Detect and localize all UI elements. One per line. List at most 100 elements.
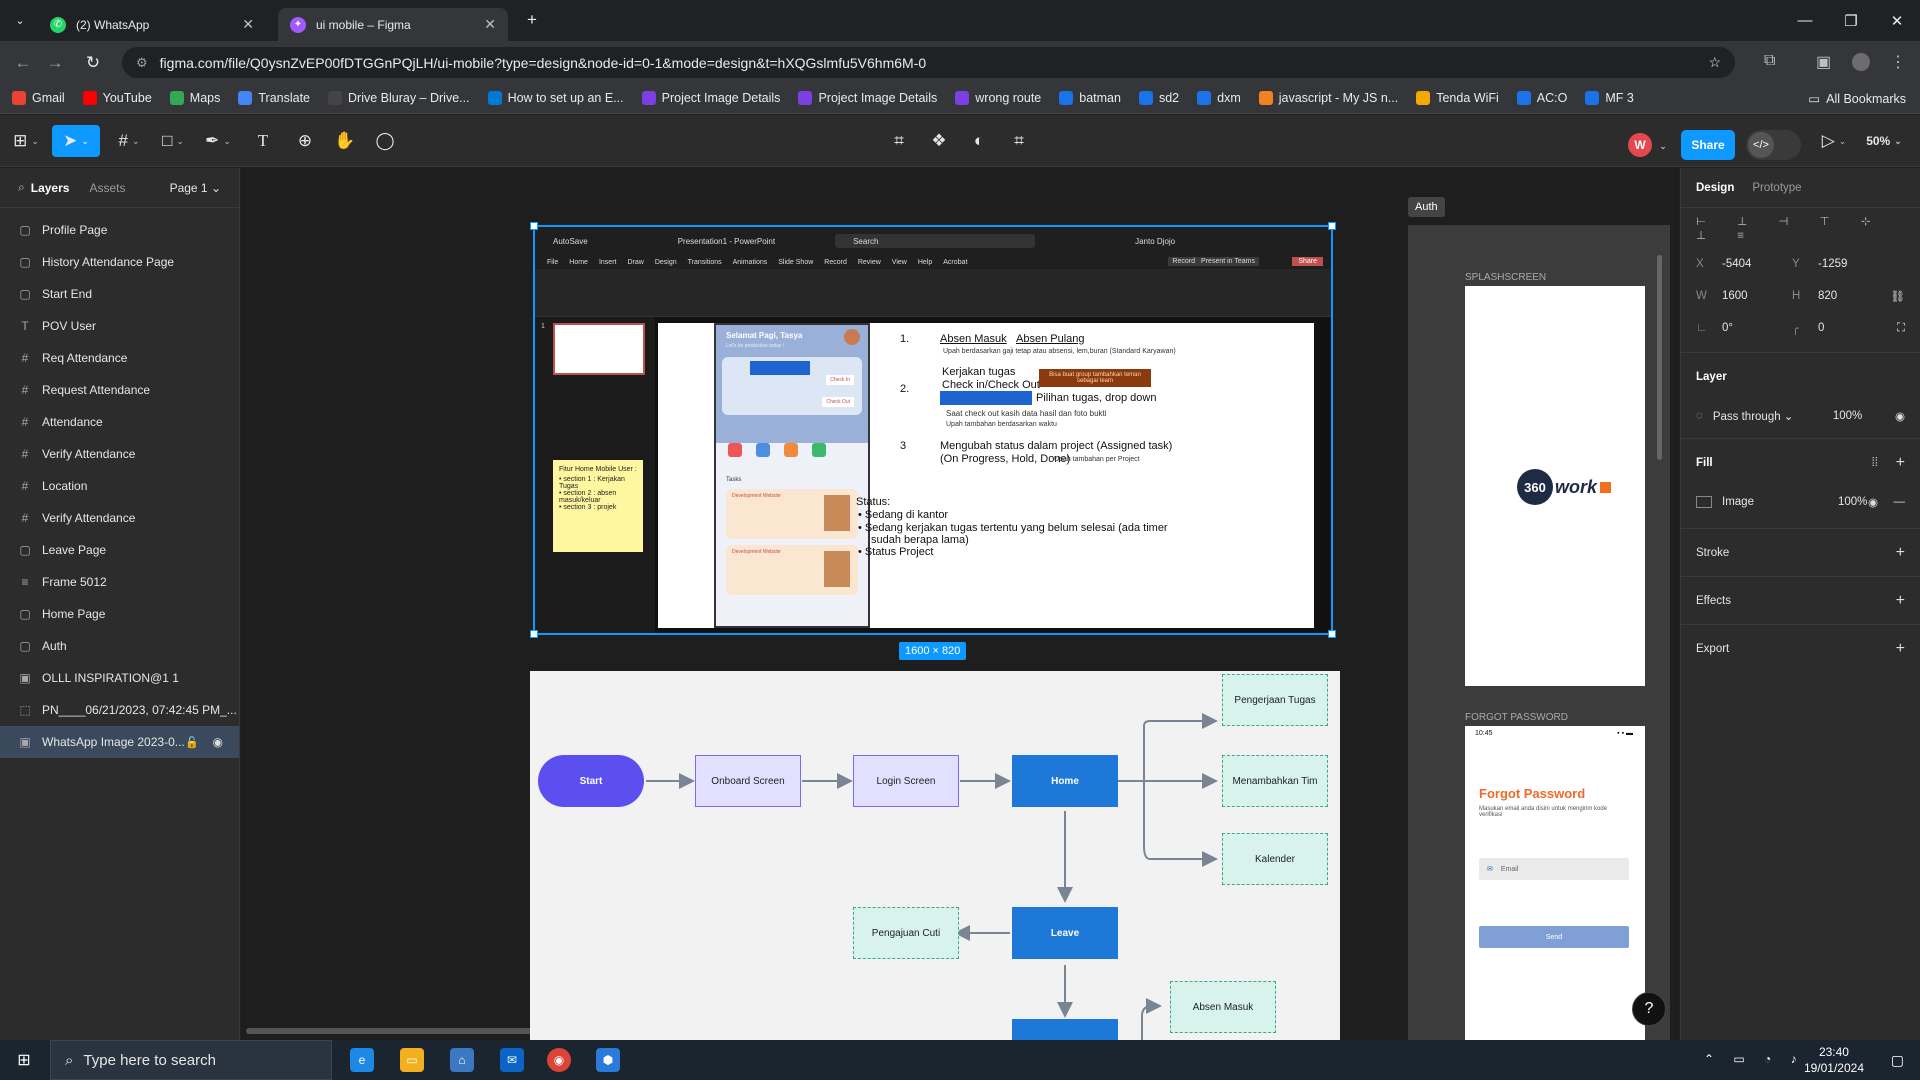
layer-item[interactable]: ▢ Home Page	[0, 598, 239, 630]
bookmark-item[interactable]: Drive Bluray – Drive...	[328, 91, 470, 105]
present-button[interactable]: ▷ ⌄	[1818, 125, 1850, 157]
side-panel-icon[interactable]: ▣	[1816, 52, 1831, 72]
reload-button[interactable]: ↻	[80, 50, 106, 76]
move-tool-button[interactable]: ➤ ⌄	[52, 125, 100, 157]
mask-icon[interactable]: ◐	[966, 125, 992, 157]
email-field[interactable]: ✉ Email	[1479, 858, 1629, 880]
vertical-scrollbar[interactable]	[1657, 255, 1662, 460]
bookmark-item[interactable]: Gmail	[12, 91, 65, 105]
bookmark-item[interactable]: dxm	[1197, 91, 1241, 105]
resize-handle[interactable]	[530, 222, 538, 230]
layer-item[interactable]: ▢ Start End	[0, 278, 239, 310]
bookmark-item[interactable]: Tenda WiFi	[1416, 91, 1499, 105]
system-tray-icons[interactable]: ⌃ ▭ ◔ ♪	[1704, 1052, 1805, 1066]
remove-fill-icon[interactable]: —	[1894, 496, 1906, 508]
extensions-icon[interactable]: ⧉	[1764, 52, 1775, 70]
notifications-icon[interactable]: ▢	[1891, 1052, 1904, 1069]
bookmark-star-icon[interactable]: ☆	[1708, 54, 1721, 71]
bookmark-item[interactable]: MF 3	[1585, 91, 1634, 105]
eye-icon[interactable]: ◉	[1868, 495, 1878, 509]
bookmark-item[interactable]: How to set up an E...	[487, 91, 624, 105]
site-info-icon[interactable]: ⚙	[136, 55, 148, 71]
bookmark-item[interactable]: Translate	[238, 91, 310, 105]
minimize-button[interactable]: —	[1782, 0, 1828, 41]
layer-item[interactable]: ▢ Leave Page	[0, 534, 239, 566]
add-fill-button[interactable]: +	[1896, 454, 1905, 472]
component-frame-icon[interactable]: ⌗	[886, 125, 912, 157]
rotation-input[interactable]: 0°	[1722, 322, 1792, 334]
width-input[interactable]: 1600	[1722, 290, 1792, 302]
layer-item[interactable]: # Req Attendance	[0, 342, 239, 374]
bookmark-item[interactable]: wrong route	[955, 91, 1041, 105]
all-bookmarks-button[interactable]: ▭ All Bookmarks	[1808, 91, 1906, 107]
comment-icon[interactable]: ◯	[372, 125, 398, 157]
address-bar[interactable]: ⚙ figma.com/file/Q0ysnZvEP00fDTGGnPQjLH/…	[122, 47, 1735, 78]
layer-item[interactable]: T POV User	[0, 310, 239, 342]
send-button[interactable]: Send	[1479, 926, 1629, 948]
flow-node-cuti[interactable]: Pengajuan Cuti	[853, 907, 959, 959]
flow-node-absen[interactable]: Absen Masuk	[1170, 981, 1276, 1033]
layer-item[interactable]: # Location	[0, 470, 239, 502]
tab-design[interactable]: Design	[1696, 182, 1734, 194]
tab-prototype[interactable]: Prototype	[1752, 182, 1801, 194]
layer-item[interactable]: ≡ Frame 5012	[0, 566, 239, 598]
selected-image-frame[interactable]: AutoSave Presentation1 - PowerPoint Sear…	[530, 222, 1336, 638]
flow-node-menambahkan[interactable]: Menambahkan Tim	[1222, 755, 1328, 807]
flow-node-home[interactable]: Home	[1012, 755, 1118, 807]
add-effect-button[interactable]: +	[1896, 592, 1905, 610]
bookmark-item[interactable]: sd2	[1138, 91, 1179, 105]
bookmark-item[interactable]: YouTube	[82, 91, 152, 105]
fill-opacity[interactable]: 100%	[1838, 496, 1867, 508]
tab-figma[interactable]: ✦ ui mobile – Figma ✕	[278, 8, 508, 41]
app-icon[interactable]: ⬢	[596, 1048, 620, 1072]
resize-handle[interactable]	[1328, 222, 1336, 230]
bookmark-item[interactable]: javascript - My JS n...	[1258, 91, 1398, 105]
bookmark-item[interactable]: AC:O	[1516, 91, 1567, 105]
layer-item[interactable]: ▣ OLLL INSPIRATION@1 1	[0, 662, 239, 694]
taskbar-clock[interactable]: 23:40 19/01/2024	[1804, 1044, 1864, 1076]
flow-node-login[interactable]: Login Screen	[853, 755, 959, 807]
layer-item[interactable]: ▢ History Attendance Page	[0, 246, 239, 278]
auth-frame[interactable]: SPLASHSCREEN 360 work FORGOT PASSWORD 10…	[1408, 225, 1670, 1040]
flow-node-onboard[interactable]: Onboard Screen	[695, 755, 801, 807]
text-tool-button[interactable]: T	[250, 125, 276, 157]
forward-button[interactable]: →	[42, 50, 68, 76]
radius-input[interactable]: 0	[1818, 322, 1824, 334]
resize-handle[interactable]	[530, 630, 538, 638]
resources-icon[interactable]: ⊕	[292, 125, 318, 157]
auth-frame-label[interactable]: Auth	[1408, 197, 1445, 217]
constrain-proportions-icon[interactable]: ⛓	[1890, 289, 1905, 303]
layer-item[interactable]: ▢ Auth	[0, 630, 239, 662]
chevron-down-icon[interactable]: ⌄	[1656, 130, 1670, 162]
mail-icon[interactable]: ✉	[500, 1048, 524, 1072]
close-window-button[interactable]: ✕	[1874, 0, 1920, 41]
bookmark-item[interactable]: Project Image Details	[641, 91, 780, 105]
bookmark-item[interactable]: batman	[1059, 91, 1121, 105]
align-icons[interactable]: ⊢ ⊥ ⊣ ⊤ ⊹ ⊥ ≡	[1696, 214, 1920, 242]
blend-select[interactable]: Pass through ⌄	[1713, 409, 1833, 423]
fill-type[interactable]: Image	[1722, 496, 1838, 508]
flow-node-start[interactable]: Start	[538, 755, 644, 807]
layer-item[interactable]: # Verify Attendance	[0, 502, 239, 534]
back-button[interactable]: ←	[10, 50, 36, 76]
frame-tool-button[interactable]: # ⌄	[112, 125, 146, 157]
chrome-icon[interactable]: ◉	[547, 1048, 571, 1072]
unlock-icon[interactable]: 🔓	[185, 736, 199, 749]
independent-corners-icon[interactable]: ⛶	[1897, 322, 1905, 335]
restore-button[interactable]: ❐	[1828, 0, 1874, 41]
store-icon[interactable]: ⌂	[450, 1048, 474, 1072]
component-icon[interactable]: ❖	[926, 125, 952, 157]
bookmark-item[interactable]: Maps	[169, 91, 220, 105]
bookmark-item[interactable]: Project Image Details	[798, 91, 937, 105]
layer-item[interactable]: # Verify Attendance	[0, 438, 239, 470]
layer-opacity[interactable]: 100%	[1833, 410, 1862, 422]
user-avatar[interactable]: W	[1628, 133, 1652, 157]
flow-node[interactable]	[1012, 1019, 1118, 1041]
flow-diagram[interactable]: Start Onboard Screen Login Screen Home P…	[530, 671, 1340, 1041]
share-button[interactable]: Share	[1681, 130, 1735, 160]
pen-tool-button[interactable]: ✒ ⌄	[200, 125, 236, 157]
close-icon[interactable]: ✕	[484, 16, 496, 33]
file-explorer-icon[interactable]: ▭	[400, 1048, 424, 1072]
forgot-password-frame[interactable]: 10:45 ▪ ▪ ▬ Forgot Password Masukan emai…	[1465, 726, 1645, 1040]
search-icon[interactable]: ⌕	[18, 180, 25, 195]
